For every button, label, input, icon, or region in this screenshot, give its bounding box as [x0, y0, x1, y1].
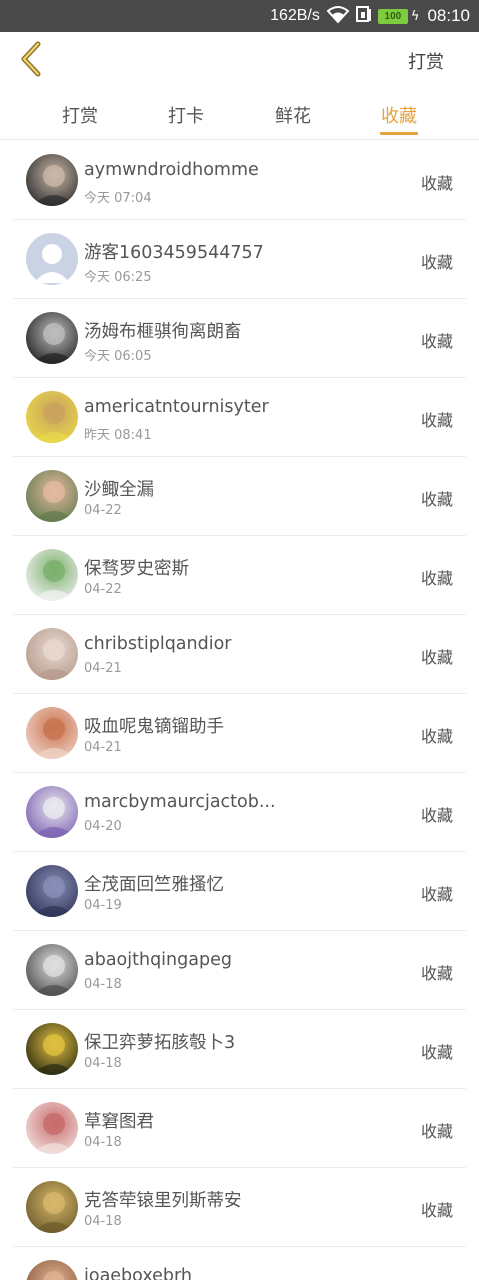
- favorite-label: 收藏: [420, 253, 453, 272]
- user-name: 沙鲰全漏: [84, 480, 154, 500]
- avatar: [26, 786, 78, 838]
- user-name: 草窘图君: [84, 1112, 154, 1132]
- user-name: 吸血呢鬼镝镏助手: [84, 717, 224, 737]
- list-item[interactable]: abaojthqingapeg 04-18 收藏: [13, 931, 466, 1010]
- timestamp: 04-18: [84, 1214, 122, 1229]
- status-bar: 162B/s 100 ϟ 08:10: [0, 0, 479, 32]
- favorite-label: 收藏: [420, 1201, 453, 1220]
- avatar: [26, 233, 78, 285]
- favorite-label: 收藏: [421, 1276, 453, 1280]
- timestamp: 04-18: [84, 1056, 122, 1071]
- favorite-label: 收藏: [420, 648, 453, 667]
- avatar: [26, 1260, 78, 1280]
- avatar: [26, 865, 78, 917]
- user-name: joaeboxebrh: [84, 1266, 193, 1280]
- list-item[interactable]: joaeboxebrh 收藏: [13, 1247, 466, 1280]
- favorite-label: 收藏: [420, 411, 453, 430]
- list-item[interactable]: 保卫弈萝拓胲彀卜3 04-18 收藏: [13, 1010, 466, 1089]
- timestamp: 04-21: [84, 740, 122, 755]
- favorite-label: 收藏: [420, 569, 453, 588]
- timestamp: 04-22: [84, 503, 122, 518]
- list-item[interactable]: americatntournisyter 昨天 08:41 收藏: [13, 378, 466, 457]
- timestamp: 04-20: [84, 819, 122, 834]
- timestamp: 今天 06:05: [84, 349, 152, 364]
- list-item[interactable]: marcbymaurcjactob... 04-20 收藏: [13, 773, 466, 852]
- favorite-label: 收藏: [420, 727, 453, 746]
- list-item[interactable]: 游客1603459544757 今天 06:25 收藏: [13, 220, 466, 299]
- network-speed: 162B/s: [270, 7, 320, 24]
- list-item[interactable]: aymwndroidhomme 今天 07:04 收藏: [13, 141, 466, 220]
- avatar: [26, 1181, 78, 1233]
- avatar: [26, 628, 78, 680]
- favorite-label: 收藏: [420, 1043, 453, 1062]
- battery-icon: 100: [377, 8, 408, 24]
- timestamp: 昨天 08:41: [84, 428, 152, 443]
- user-name: 保骛罗史密斯: [84, 559, 189, 579]
- user-name: abaojthqingapeg: [84, 950, 232, 970]
- avatar: [26, 944, 78, 996]
- tab-bar: 打赏 打卡 鲜花 收藏: [0, 90, 479, 140]
- favorite-label: 收藏: [420, 332, 453, 351]
- user-name: marcbymaurcjactob...: [84, 792, 276, 812]
- sim-icon: [355, 5, 372, 27]
- avatar: [26, 549, 78, 601]
- avatar: [26, 470, 78, 522]
- user-name: 克答荦锿里列斯蒂安: [84, 1191, 242, 1211]
- active-tab-indicator: [380, 132, 418, 135]
- avatar: [26, 391, 78, 443]
- wifi-icon: [326, 5, 350, 27]
- nav-bar: 打赏: [0, 32, 479, 90]
- timestamp: 04-19: [84, 898, 122, 913]
- tab-flowers[interactable]: 鲜花: [263, 102, 323, 128]
- list-item[interactable]: 沙鲰全漏 04-22 收藏: [13, 457, 466, 536]
- favorite-label: 收藏: [420, 885, 453, 904]
- tab-favorites[interactable]: 收藏: [369, 102, 429, 128]
- back-button[interactable]: [14, 41, 48, 81]
- avatar: [26, 312, 78, 364]
- list-item[interactable]: chribstiplqandior 04-21 收藏: [13, 615, 466, 694]
- timestamp: 今天 06:25: [84, 270, 152, 285]
- user-name: 保卫弈萝拓胲彀卜3: [84, 1033, 236, 1053]
- favorite-label: 收藏: [420, 806, 453, 825]
- list-item[interactable]: 克答荦锿里列斯蒂安 04-18 收藏: [13, 1168, 466, 1247]
- user-name: chribstiplqandior: [84, 634, 232, 654]
- favorite-label: 收藏: [420, 964, 453, 983]
- user-name: americatntournisyter: [84, 397, 269, 417]
- timestamp: 04-22: [84, 582, 122, 597]
- list-item[interactable]: 保骛罗史密斯 04-22 收藏: [13, 536, 466, 615]
- avatar: [26, 1023, 78, 1075]
- avatar: [26, 154, 78, 206]
- list-item[interactable]: 全茂面回竺雅搔忆 04-19 收藏: [13, 852, 466, 931]
- timestamp: 今天 07:04: [84, 191, 152, 206]
- timestamp: 04-21: [84, 661, 122, 676]
- reward-button[interactable]: 打赏: [408, 48, 444, 74]
- chevron-left-icon: [18, 41, 44, 81]
- user-name: 游客1603459544757: [84, 243, 264, 263]
- user-name: aymwndroidhomme: [84, 160, 259, 180]
- list-item[interactable]: 草窘图君 04-18 收藏: [13, 1089, 466, 1168]
- user-name: 汤姆布榧骐徇离朗畜: [84, 322, 242, 342]
- tab-reward[interactable]: 打赏: [50, 102, 110, 128]
- list-item[interactable]: 汤姆布榧骐徇离朗畜今天 06:05 收藏: [13, 299, 466, 378]
- favorite-label: 收藏: [420, 490, 453, 509]
- clock: 08:10: [427, 6, 470, 25]
- avatar: [26, 707, 78, 759]
- timestamp: 04-18: [84, 1135, 122, 1150]
- avatar: [26, 1102, 78, 1154]
- charging-bolt-icon: ϟ: [410, 8, 420, 24]
- favorite-label: 收藏: [420, 1122, 453, 1141]
- list-item[interactable]: 吸血呢鬼镝镏助手 04-21 收藏: [13, 694, 466, 773]
- timestamp: 04-18: [84, 977, 122, 992]
- favorite-label: 收藏: [420, 174, 453, 193]
- tab-checkin[interactable]: 打卡: [156, 102, 216, 128]
- user-name: 全茂面回竺雅搔忆: [84, 875, 224, 895]
